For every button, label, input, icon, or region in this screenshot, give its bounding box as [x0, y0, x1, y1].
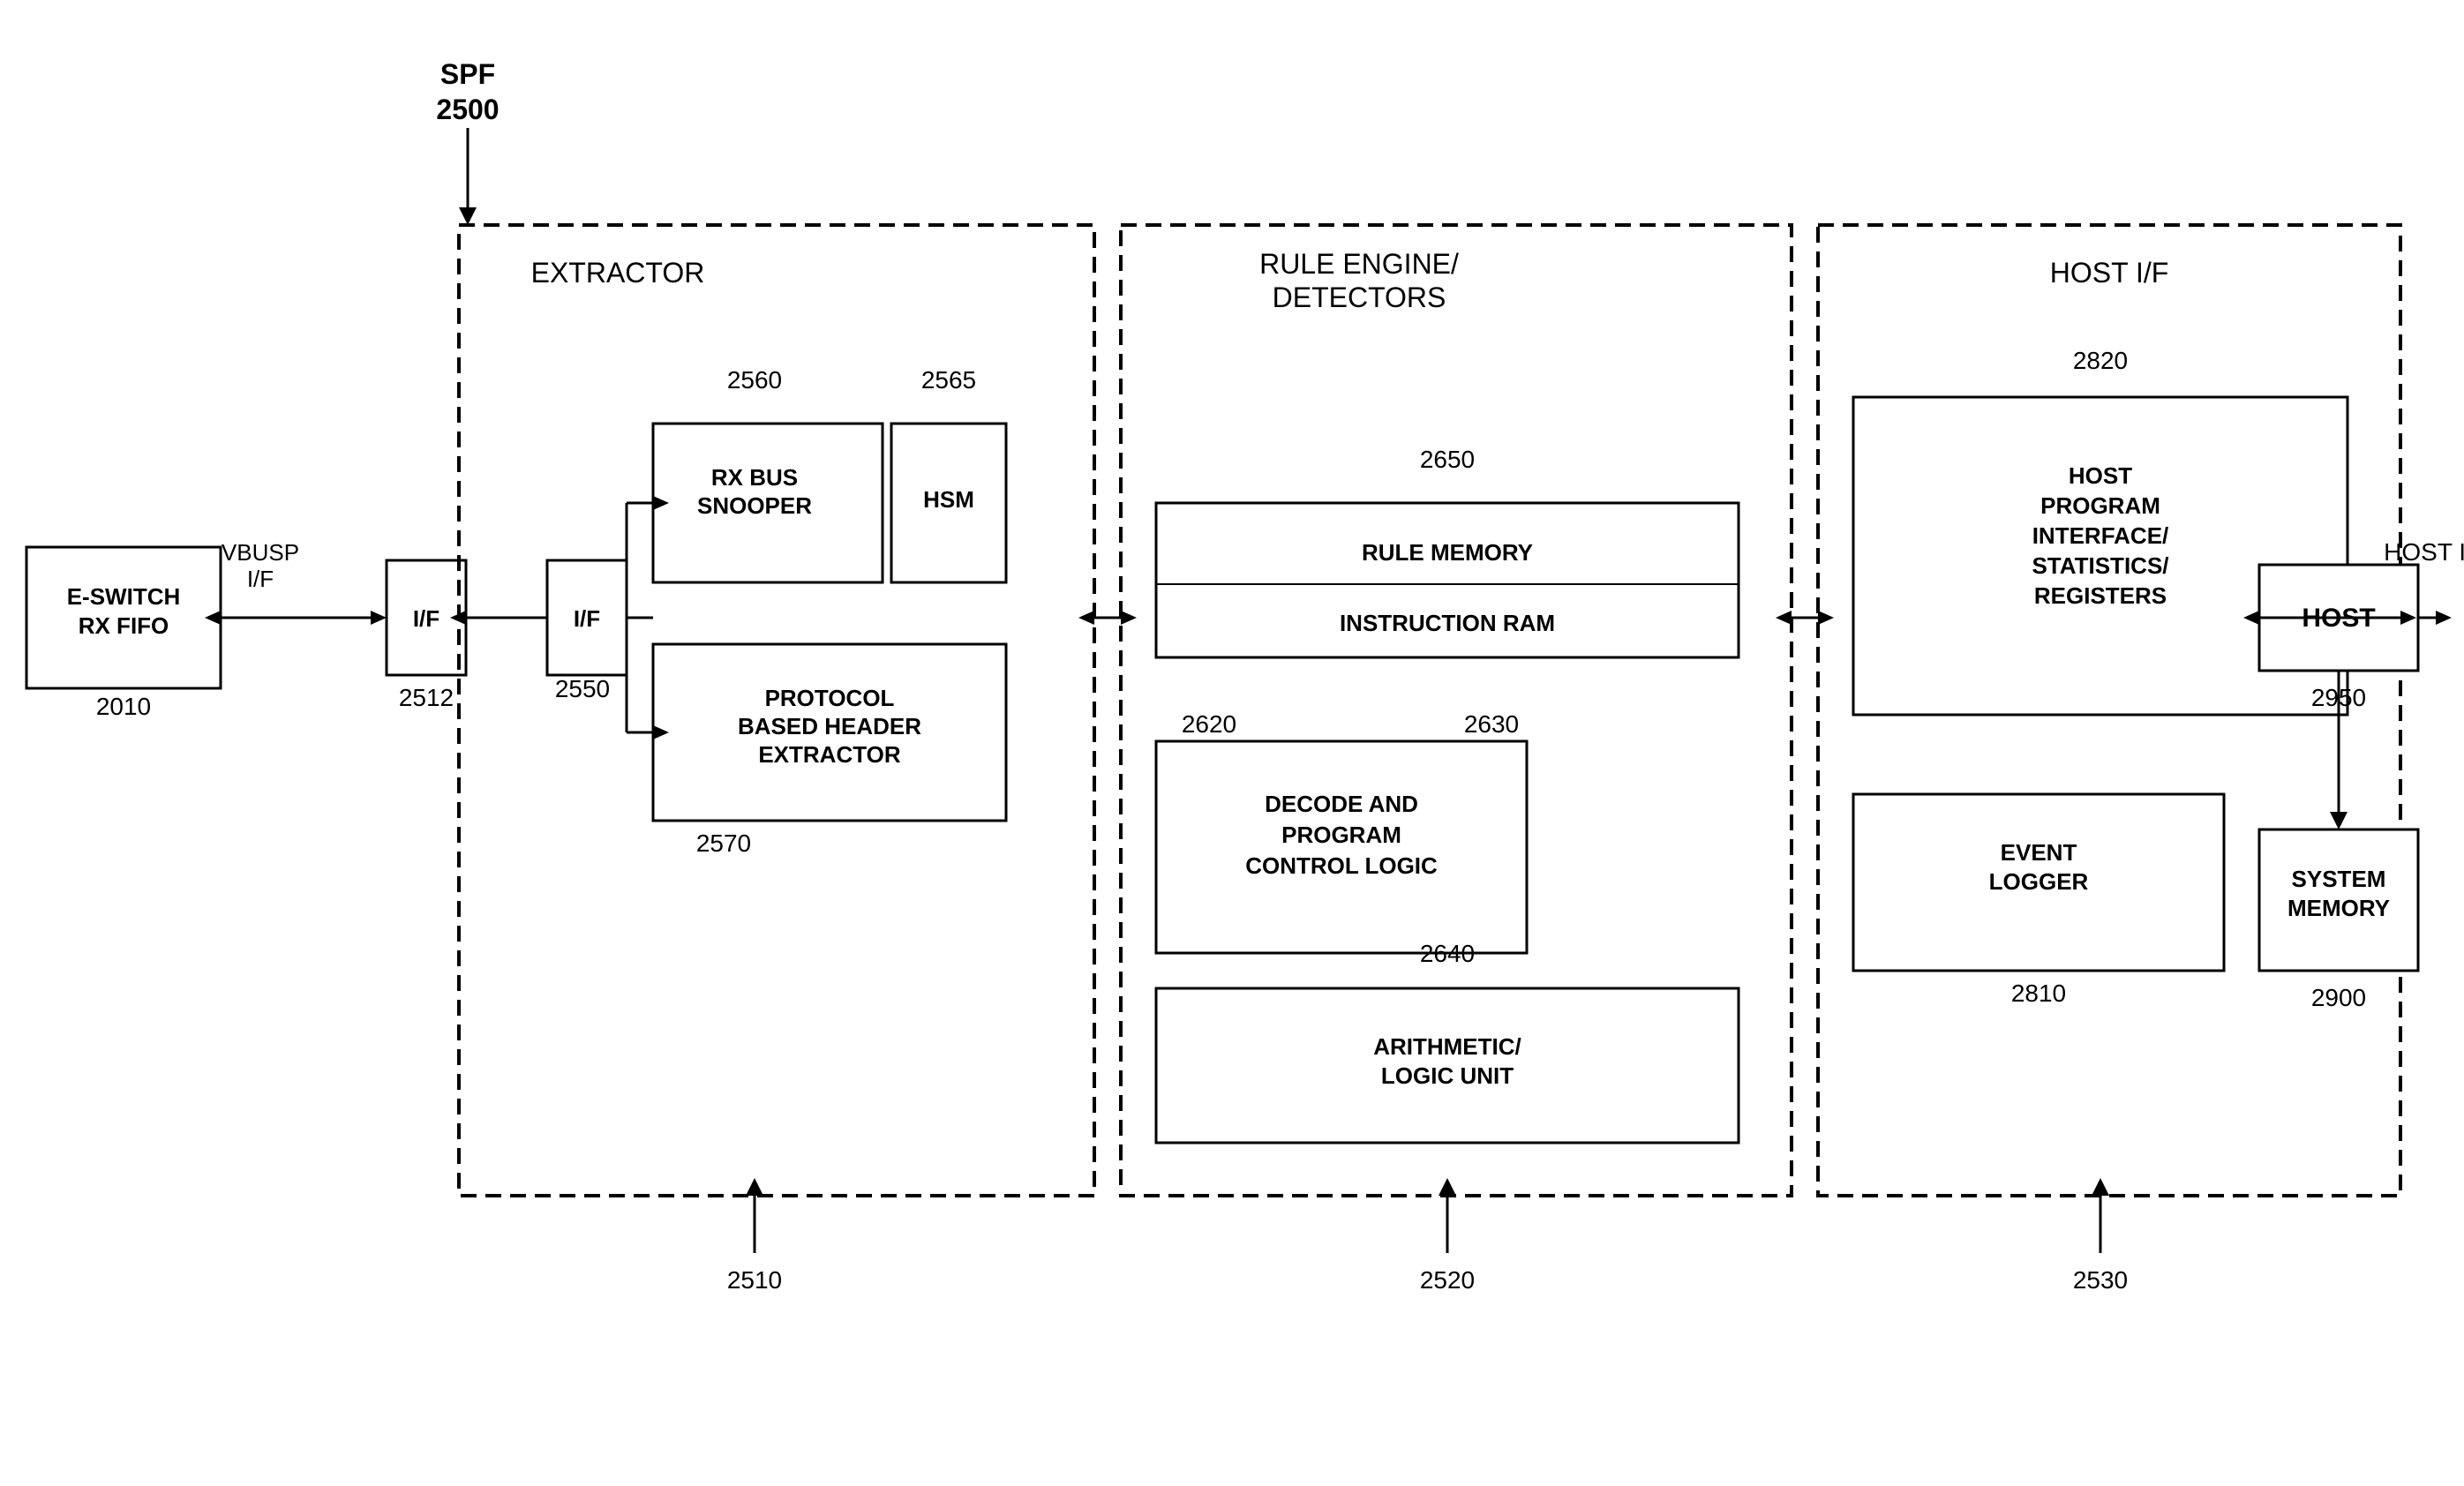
- vbusp-label-1: VBUSP: [222, 539, 299, 566]
- if-label: I/F: [413, 605, 439, 632]
- event-logger-number: 2810: [2011, 979, 2066, 1007]
- hsm-label: HSM: [923, 486, 974, 513]
- system-memory-label-1: SYSTEM: [2292, 866, 2386, 892]
- number-2550: 2550: [555, 675, 610, 702]
- eswitch-label-1: E-SWITCH: [67, 583, 181, 610]
- instruction-ram-label: INSTRUCTION RAM: [1340, 610, 1555, 636]
- eswitch-number: 2010: [96, 693, 151, 720]
- number-2530: 2530: [2073, 1266, 2128, 1294]
- system-memory-number: 2900: [2311, 984, 2366, 1011]
- eswitch-label-2: RX FIFO: [79, 612, 169, 639]
- host-if-right-label: HOST I/F: [2384, 538, 2464, 566]
- decode-number-2620: 2620: [1182, 710, 1236, 738]
- protocol-label-2: BASED HEADER: [738, 713, 921, 739]
- host-program-label-3: INTERFACE/: [2032, 522, 2169, 549]
- if-number: 2512: [399, 684, 454, 711]
- diagram-container: SPF 2500 E-SWITCH RX FIFO 2010 VBUSP I/F…: [0, 0, 2464, 1486]
- spf-number: 2500: [436, 94, 499, 125]
- protocol-label-1: PROTOCOL: [765, 685, 895, 711]
- rx-bus-label-2: SNOOPER: [697, 492, 812, 519]
- host-program-label-2: PROGRAM: [2040, 492, 2160, 519]
- host-program-label-5: REGISTERS: [2034, 582, 2167, 609]
- host-program-number: 2820: [2073, 347, 2128, 374]
- protocol-number: 2570: [696, 829, 751, 857]
- event-logger-label-2: LOGGER: [1989, 868, 2089, 895]
- extractor-if-label: I/F: [574, 605, 600, 632]
- rule-engine-label-1: RULE ENGINE/: [1259, 248, 1459, 280]
- decode-label-1: DECODE AND: [1265, 791, 1418, 817]
- hsm-number: 2565: [921, 366, 976, 394]
- decode-label-3: CONTROL LOGIC: [1245, 852, 1438, 879]
- rx-bus-number: 2560: [727, 366, 782, 394]
- protocol-label-3: EXTRACTOR: [758, 741, 901, 768]
- system-memory-label-2: MEMORY: [2287, 895, 2390, 921]
- extractor-label: EXTRACTOR: [531, 257, 705, 289]
- vbusp-label-2: I/F: [247, 566, 274, 592]
- rule-memory-number: 2650: [1420, 446, 1475, 473]
- host-if-label: HOST I/F: [2050, 257, 2169, 289]
- decode-label-2: PROGRAM: [1281, 822, 1401, 848]
- host-program-label-1: HOST: [2069, 462, 2132, 489]
- decode-number-2630: 2630: [1464, 710, 1519, 738]
- host-program-label-4: STATISTICS/: [2032, 552, 2168, 579]
- spf-label: SPF: [440, 58, 495, 90]
- alu-label-2: LOGIC UNIT: [1381, 1062, 1514, 1089]
- rule-memory-label-1: RULE MEMORY: [1362, 539, 1533, 566]
- event-logger-label-1: EVENT: [2001, 839, 2077, 866]
- number-2510: 2510: [727, 1266, 782, 1294]
- alu-label-1: ARITHMETIC/: [1373, 1033, 1521, 1060]
- rule-engine-label-2: DETECTORS: [1273, 281, 1446, 313]
- number-2520: 2520: [1420, 1266, 1475, 1294]
- rx-bus-label-1: RX BUS: [711, 464, 798, 491]
- alu-number: 2640: [1420, 940, 1475, 967]
